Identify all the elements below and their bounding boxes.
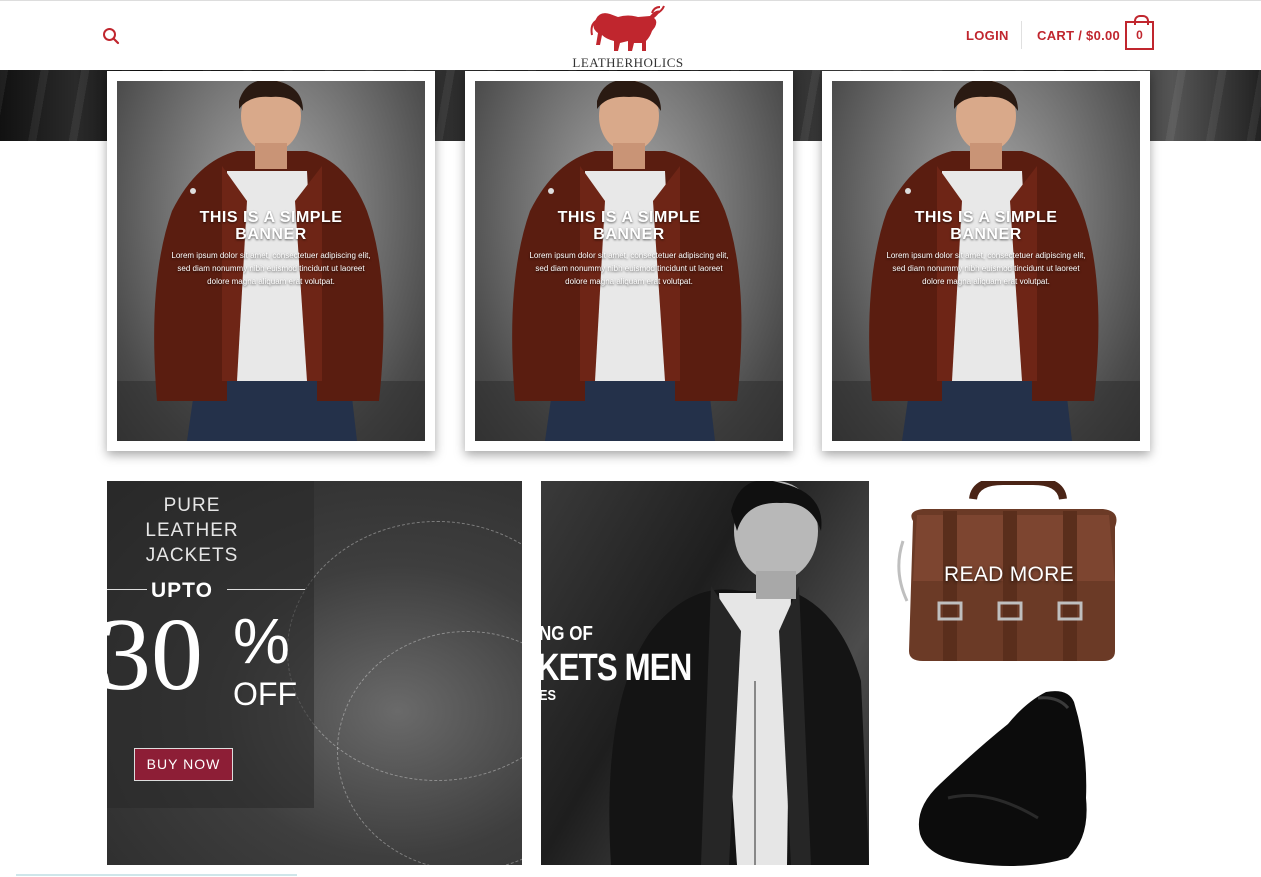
banner-image: THIS IS A SIMPLE BANNER Lorem ipsum dolo…	[475, 81, 783, 441]
promo-line-1: PURE	[163, 495, 221, 516]
banner-body: Lorem ipsum dolor sit amet, consectetuer…	[171, 251, 371, 286]
search-icon[interactable]	[102, 27, 120, 45]
bottom-progress-line	[16, 874, 297, 876]
promo-line-2: KETS MEN	[541, 647, 692, 689]
promo-leather-jackets[interactable]: PURE LEATHER JACKETS UPTO 30 % OFF BUY N…	[107, 481, 522, 865]
banner-image: THIS IS A SIMPLE BANNER Lorem ipsum dolo…	[832, 81, 1140, 441]
banner-title: THIS IS A SIMPLE BANNER	[914, 209, 1058, 243]
promo-line-3: ES	[541, 687, 557, 704]
promo-line-2: LEATHER	[145, 520, 239, 541]
banner-body: Lorem ipsum dolor sit amet, consectetuer…	[529, 251, 729, 286]
banner-title: THIS IS A SIMPLE BANNER	[557, 209, 701, 243]
promo-line-1: NG OF	[541, 623, 593, 645]
beanbag-icon	[918, 691, 1087, 866]
banner-card-1[interactable]: THIS IS A SIMPLE BANNER Lorem ipsum dolo…	[107, 71, 435, 451]
rule-right	[227, 589, 305, 590]
bag-product-tile[interactable]: READ MORE	[893, 477, 1133, 666]
banner-title: THIS IS A SIMPLE BANNER	[199, 209, 343, 243]
rule-left	[107, 589, 147, 590]
beanbag-product-tile[interactable]	[918, 688, 1090, 866]
site-logo[interactable]: LEATHERHOLICS	[566, 5, 690, 70]
login-link[interactable]: LOGIN	[966, 28, 1009, 43]
banner-text: THIS IS A SIMPLE BANNER Lorem ipsum dolo…	[886, 209, 1086, 288]
promo-men-jackets[interactable]: NG OF KETS MEN ES	[541, 481, 869, 865]
cart-link[interactable]: CART / $0.00	[1037, 28, 1120, 43]
bull-logo-icon	[590, 5, 665, 51]
promo-line-3: JACKETS	[145, 545, 239, 566]
banner-card-2[interactable]: THIS IS A SIMPLE BANNER Lorem ipsum dolo…	[465, 71, 793, 451]
nav-divider	[1021, 21, 1022, 49]
banner-body: Lorem ipsum dolor sit amet, consectetuer…	[886, 251, 1086, 286]
cart-count: 0	[1136, 28, 1143, 42]
promo-discount-number: 30	[107, 597, 203, 712]
page: LEATHERHOLICS LOGIN CART / $0.00 0 THIS …	[0, 0, 1261, 877]
banner-image: THIS IS A SIMPLE BANNER Lorem ipsum dolo…	[117, 81, 425, 441]
banner-text: THIS IS A SIMPLE BANNER Lorem ipsum dolo…	[171, 209, 371, 288]
banner-text: THIS IS A SIMPLE BANNER Lorem ipsum dolo…	[529, 209, 729, 288]
cart-icon[interactable]: 0	[1125, 15, 1154, 50]
site-header: LEATHERHOLICS LOGIN CART / $0.00 0	[0, 0, 1261, 70]
read-more-link[interactable]: READ MORE	[893, 563, 1125, 587]
buy-now-button[interactable]: BUY NOW	[134, 748, 233, 781]
banner-card-3[interactable]: THIS IS A SIMPLE BANNER Lorem ipsum dolo…	[822, 71, 1150, 451]
promo-percent: %	[233, 605, 290, 677]
logo-text: LEATHERHOLICS	[572, 55, 684, 70]
promo-off: OFF	[233, 676, 297, 712]
